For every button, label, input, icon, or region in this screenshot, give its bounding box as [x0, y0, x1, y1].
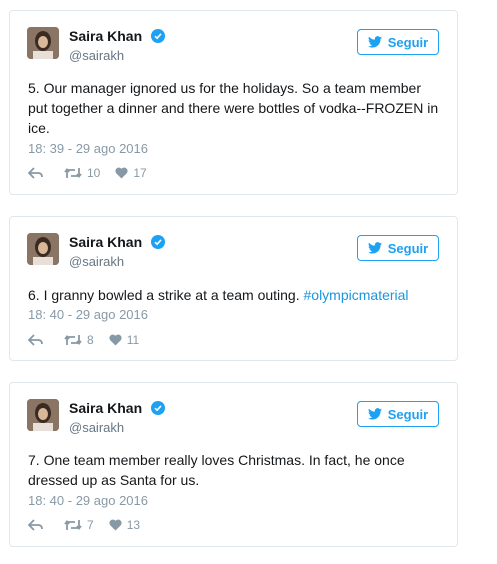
reply-button[interactable]	[28, 519, 49, 531]
author-name-text[interactable]: Saira Khan	[69, 28, 142, 44]
author-name-text[interactable]: Saira Khan	[69, 234, 142, 250]
tweet-actions: 10 17	[28, 166, 162, 180]
verified-badge-icon	[151, 401, 166, 415]
tweet-actions: 7 13	[28, 518, 155, 532]
reply-button[interactable]	[28, 334, 49, 346]
retweet-count: 7	[87, 518, 94, 532]
retweet-button[interactable]: 8	[64, 333, 94, 347]
retweet-count: 8	[87, 333, 94, 347]
bird-icon	[367, 242, 382, 254]
author-handle[interactable]: @sairakh	[69, 420, 124, 435]
tweet-card-2: Saira Khan @sairakh Seguir 6. I granny b…	[9, 216, 458, 361]
tweet-actions: 8 11	[28, 333, 154, 347]
follow-label[interactable]: Seguir	[388, 407, 428, 422]
author-handle[interactable]: @sairakh	[69, 48, 124, 63]
verified-badge-icon	[151, 235, 166, 249]
avatar[interactable]	[27, 27, 59, 59]
author-name[interactable]: Saira Khan	[69, 400, 166, 416]
retweet-icon	[64, 335, 82, 345]
reply-icon	[28, 167, 43, 179]
author-name[interactable]: Saira Khan	[69, 28, 166, 44]
retweet-button[interactable]: 10	[64, 166, 100, 180]
like-count: 11	[126, 333, 140, 347]
bird-icon	[367, 36, 382, 48]
retweet-button[interactable]: 7	[64, 518, 94, 532]
avatar[interactable]	[27, 233, 59, 265]
like-count: 13	[126, 518, 141, 532]
author-name[interactable]: Saira Khan	[69, 234, 166, 250]
retweet-icon	[64, 520, 82, 530]
heart-icon	[109, 334, 122, 346]
reply-icon	[28, 334, 43, 346]
author-name-text[interactable]: Saira Khan	[69, 400, 142, 416]
retweet-icon	[64, 168, 82, 178]
author-handle[interactable]: @sairakh	[69, 254, 124, 269]
tweet-timestamp[interactable]: 18: 40 - 29 ago 2016	[28, 493, 148, 508]
tweet-text-body: 6. I granny bowled a strike at a team ou…	[28, 287, 304, 303]
retweet-count: 10	[87, 166, 101, 180]
follow-button[interactable]: Seguir	[357, 235, 439, 261]
tweet-text: 7. One team member really loves Christma…	[28, 450, 443, 490]
tweet-timestamp[interactable]: 18: 40 - 29 ago 2016	[28, 307, 148, 322]
follow-button[interactable]: Seguir	[357, 29, 439, 55]
tweet-text-body: 7. One team member really loves Christma…	[28, 452, 405, 488]
reply-icon	[28, 519, 43, 531]
like-button[interactable]: 17	[115, 166, 147, 180]
like-button[interactable]: 11	[109, 333, 139, 347]
tweet-text: 5. Our manager ignored us for the holida…	[28, 78, 443, 138]
heart-icon	[115, 167, 128, 179]
tweet-card-1: Saira Khan @sairakh Seguir 5. Our manage…	[9, 10, 458, 195]
hashtag-link[interactable]: #olympicmaterial	[304, 287, 409, 303]
like-count: 17	[133, 166, 147, 180]
follow-button[interactable]: Seguir	[357, 401, 439, 427]
tweet-card-3: Saira Khan @sairakh Seguir 7. One team m…	[9, 382, 458, 547]
reply-button[interactable]	[28, 167, 49, 179]
tweet-text: 6. I granny bowled a strike at a team ou…	[28, 285, 443, 305]
verified-badge-icon	[151, 29, 166, 43]
avatar[interactable]	[27, 399, 59, 431]
like-button[interactable]: 13	[109, 518, 140, 532]
heart-icon	[109, 519, 122, 531]
follow-label[interactable]: Seguir	[388, 35, 428, 50]
tweet-text-body: 5. Our manager ignored us for the holida…	[28, 80, 439, 136]
tweet-timestamp[interactable]: 18: 39 - 29 ago 2016	[28, 141, 148, 156]
follow-label[interactable]: Seguir	[388, 241, 428, 256]
bird-icon	[367, 408, 382, 420]
